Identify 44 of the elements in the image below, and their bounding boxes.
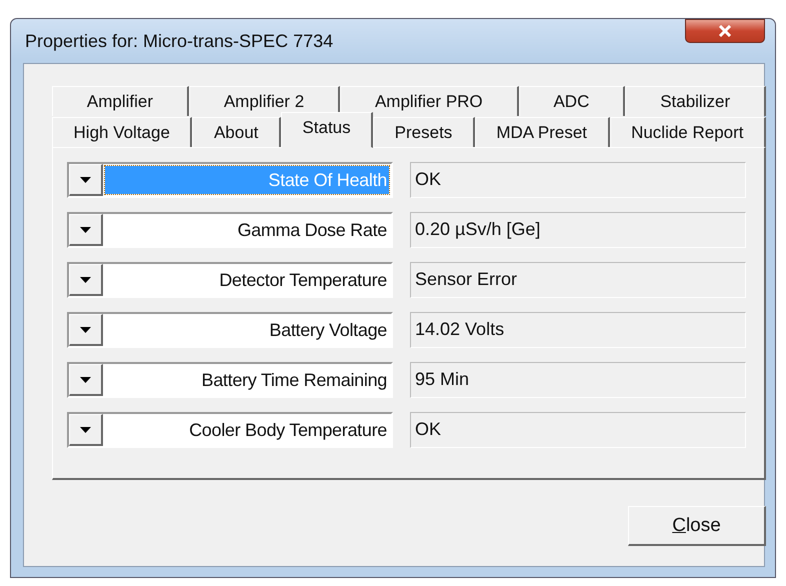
- dropdown[interactable]: Battery Time Remaining: [67, 362, 393, 398]
- dropdown-button[interactable]: [69, 364, 103, 396]
- dropdown-button[interactable]: [69, 314, 103, 346]
- caret-icon: [80, 326, 91, 332]
- caret-icon: [80, 426, 91, 432]
- tab[interactable]: Presets: [373, 117, 475, 147]
- dropdown-value: Gamma Dose Rate: [236, 219, 388, 242]
- dropdown[interactable]: Gamma Dose Rate: [67, 212, 393, 248]
- status-value: 95 Min: [410, 362, 746, 398]
- status-value: 0.20 µSv/h [Ge]: [410, 212, 746, 248]
- caret-icon: [80, 376, 91, 382]
- status-value: OK: [410, 162, 746, 198]
- dropdown-value: Detector Temperature: [218, 269, 388, 292]
- tab[interactable]: Status: [280, 112, 374, 148]
- tab[interactable]: Amplifier PRO: [340, 86, 519, 116]
- dropdown[interactable]: Detector Temperature: [67, 262, 393, 298]
- dropdown-value: State Of Health: [105, 166, 389, 194]
- dropdown-value: Battery Time Remaining: [200, 369, 388, 392]
- tab[interactable]: High Voltage: [52, 117, 192, 147]
- close-button[interactable]: [685, 19, 765, 43]
- window-title: Properties for: Micro-trans-SPEC 7734: [24, 30, 334, 52]
- caret-icon: [80, 176, 91, 182]
- tab[interactable]: Stabilizer: [625, 86, 766, 116]
- dropdown-button[interactable]: [69, 214, 103, 246]
- caret-icon: [80, 276, 91, 282]
- dropdown-value: Battery Voltage: [268, 319, 388, 342]
- tab[interactable]: Amplifier 2: [188, 86, 340, 116]
- dropdown-value: Cooler Body Temperature: [188, 419, 388, 442]
- close-icon: [718, 25, 732, 37]
- dropdown[interactable]: Battery Voltage: [67, 312, 393, 348]
- dropdown-button[interactable]: [69, 164, 103, 196]
- tab[interactable]: ADC: [518, 86, 626, 116]
- caret-icon: [80, 226, 91, 232]
- tab[interactable]: Amplifier: [52, 86, 189, 116]
- status-value: Sensor Error: [410, 262, 746, 298]
- tab[interactable]: Nuclide Report: [610, 117, 766, 147]
- tab[interactable]: About: [192, 117, 281, 147]
- tab[interactable]: MDA Preset: [474, 117, 610, 147]
- status-value: 14.02 Volts: [410, 312, 746, 348]
- status-value: OK: [410, 412, 746, 448]
- dropdown-button[interactable]: [69, 264, 103, 296]
- close-button[interactable]: Close: [628, 506, 766, 546]
- dropdown[interactable]: Cooler Body Temperature: [67, 412, 393, 448]
- dropdown-button[interactable]: [69, 414, 103, 446]
